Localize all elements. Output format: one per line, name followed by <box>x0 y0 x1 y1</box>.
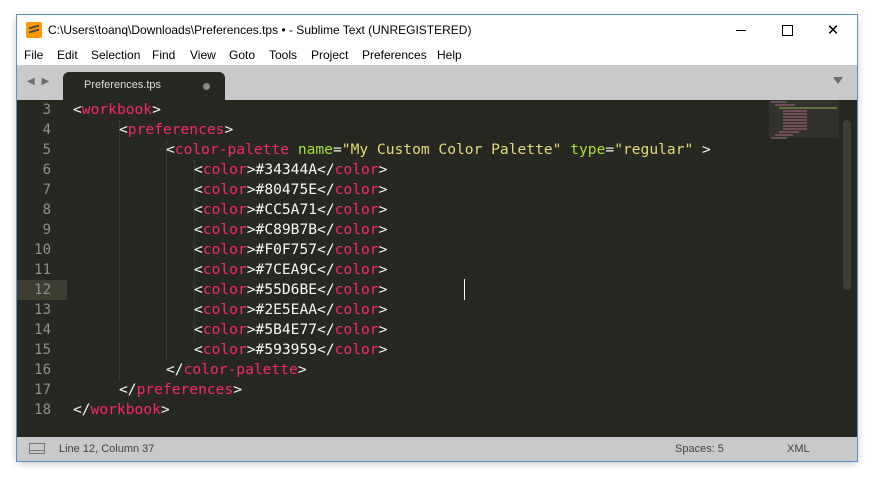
code-text[interactable]: <workbook> <preferences> <color-palette … <box>73 100 813 437</box>
code-line: <color>#80475E</color> <box>194 181 388 198</box>
minimap-line <box>783 122 807 124</box>
code-line: <preferences> <box>119 121 234 138</box>
code-line: </color-palette> <box>166 361 307 378</box>
menu-edit[interactable]: Edit <box>57 48 78 62</box>
minimap-line <box>783 125 807 127</box>
menu-file[interactable]: File <box>24 48 43 62</box>
line-number: 16 <box>34 362 51 378</box>
status-bar: Line 12, Column 37 Spaces: 5 XML <box>17 437 857 461</box>
text-caret <box>464 279 465 300</box>
minimap-line <box>771 101 787 103</box>
code-line: <color>#CC5A71</color> <box>194 201 388 218</box>
code-line: <color>#593959</color> <box>194 341 388 358</box>
minimap-line <box>771 137 787 139</box>
menu-preferences[interactable]: Preferences <box>362 48 427 62</box>
code-line: <color>#C89B7B</color> <box>194 221 388 238</box>
line-number: 18 <box>34 402 51 418</box>
line-number: 6 <box>42 162 51 178</box>
code-line: <workbook> <box>73 101 161 118</box>
line-number: 12 <box>34 282 51 298</box>
sublime-text-icon <box>26 22 42 38</box>
minimap[interactable] <box>769 100 837 140</box>
minimize-icon <box>736 29 746 31</box>
code-line: <color>#2E5EAA</color> <box>194 301 388 318</box>
minimap-line <box>775 134 793 136</box>
title-bar[interactable]: C:\Users\toanq\Downloads\Preferences.tps… <box>17 15 857 45</box>
code-line: </preferences> <box>119 381 243 398</box>
code-line: <color>#5B4E77</color> <box>194 321 388 338</box>
line-number: 15 <box>34 342 51 358</box>
line-number: 14 <box>34 322 51 338</box>
maximize-icon <box>781 24 793 36</box>
menu-help[interactable]: Help <box>437 48 462 62</box>
minimap-line <box>779 107 837 109</box>
menu-tools[interactable]: Tools <box>269 48 297 62</box>
minimap-line <box>783 128 807 130</box>
code-line: <color>#F0F757</color> <box>194 241 388 258</box>
indent-guide <box>119 120 120 380</box>
indent-guide <box>166 140 167 360</box>
unsaved-dot-icon[interactable] <box>203 83 210 90</box>
line-number: 7 <box>42 182 51 198</box>
close-icon: ✕ <box>826 22 840 39</box>
minimap-line <box>779 131 799 133</box>
line-number: 10 <box>34 242 51 258</box>
line-number: 3 <box>42 102 51 118</box>
editor-area[interactable]: 3 4 5 6 7 8 9 10 11 12 13 14 15 16 17 18… <box>17 100 857 437</box>
minimap-line <box>775 104 795 106</box>
line-number: 5 <box>42 142 51 158</box>
minimap-line <box>783 110 807 112</box>
tab-preferences[interactable]: Preferences.tps <box>63 72 225 100</box>
line-number: 13 <box>34 302 51 318</box>
line-number: 8 <box>42 202 51 218</box>
cursor-position: Line 12, Column 37 <box>59 443 155 455</box>
minimize-button[interactable] <box>718 15 764 45</box>
code-line: <color>#55D6BE</color> <box>194 281 388 298</box>
code-line: </workbook> <box>73 401 170 418</box>
panel-toggle-icon[interactable] <box>29 443 45 454</box>
menu-goto[interactable]: Goto <box>229 48 255 62</box>
menu-view[interactable]: View <box>190 48 216 62</box>
line-number: 17 <box>34 382 51 398</box>
code-line: <color-palette name="My Custom Color Pal… <box>166 141 711 158</box>
menu-selection[interactable]: Selection <box>91 48 140 62</box>
menu-project[interactable]: Project <box>311 48 348 62</box>
sublime-window: C:\Users\toanq\Downloads\Preferences.tps… <box>17 15 857 461</box>
minimap-line <box>783 113 807 115</box>
code-line: <color>#7CEA9C</color> <box>194 261 388 278</box>
line-gutter: 3 4 5 6 7 8 9 10 11 12 13 14 15 16 17 18 <box>17 100 67 437</box>
tab-bar: ◀ ▶ Preferences.tps <box>17 65 857 100</box>
maximize-button[interactable] <box>764 15 810 45</box>
vertical-scrollbar[interactable] <box>843 120 851 290</box>
code-line: <color>#34344A</color> <box>194 161 388 178</box>
syntax-selector[interactable]: XML <box>787 443 810 455</box>
window-title: C:\Users\toanq\Downloads\Preferences.tps… <box>48 23 472 37</box>
menu-bar: File Edit Selection Find View Goto Tools… <box>17 45 857 65</box>
menu-find[interactable]: Find <box>152 48 175 62</box>
minimap-line <box>783 116 807 118</box>
tab-label: Preferences.tps <box>84 79 162 91</box>
tab-dropdown-icon[interactable] <box>833 77 843 84</box>
line-number: 4 <box>42 122 51 138</box>
minimap-line <box>783 119 807 121</box>
tab-nav-arrows-icon[interactable]: ◀ ▶ <box>27 76 51 87</box>
line-number: 9 <box>42 222 51 238</box>
line-number: 11 <box>34 262 51 278</box>
close-button[interactable]: ✕ <box>810 15 856 45</box>
indentation-setting[interactable]: Spaces: 5 <box>675 443 724 455</box>
